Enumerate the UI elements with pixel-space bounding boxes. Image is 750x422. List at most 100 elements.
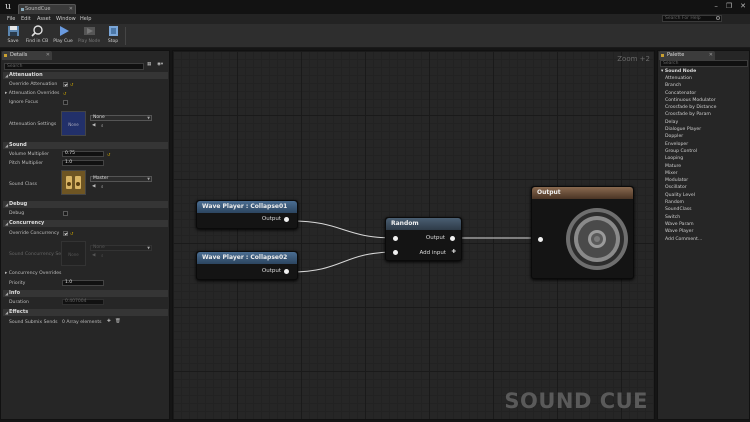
sound-class-combo[interactable]: Master ▼ [90,176,152,182]
browse-icon[interactable]: ⌕ [101,253,104,259]
pitch-multiplier-field[interactable]: 1.0 [62,160,104,166]
prop-label: Sound Submix Sends [9,320,58,325]
stop-button[interactable]: Stop [103,25,123,47]
palette-item[interactable]: Crossfade by Param [661,111,749,118]
ignore-focus-checkbox[interactable] [63,100,68,105]
palette-tab[interactable]: Palette ✕ [659,51,715,60]
close-window-button[interactable]: ✕ [740,2,746,10]
section-sound[interactable]: ◢ Sound [3,142,168,149]
palette-item[interactable]: Wave Param [661,221,749,228]
node-output[interactable]: Output [531,186,634,279]
document-tab[interactable]: SoundCue ✕ [18,4,76,14]
section-attenuation[interactable]: ◢ Attenuation [3,72,168,79]
use-selected-arrow-icon[interactable]: ◀ [92,184,95,189]
attenuation-asset-combo[interactable]: None ▼ [90,115,152,121]
palette-item[interactable]: SoundClass [661,206,749,213]
palette-item[interactable]: Enveloper [661,141,749,148]
palette-item[interactable]: Looping [661,155,749,162]
attenuation-asset-thumbnail[interactable]: None [61,111,86,136]
use-selected-arrow-icon[interactable]: ◀ [92,123,95,128]
row-duration: Duration 0.407004 [3,299,168,307]
reset-to-default-icon[interactable]: ↺ [107,152,110,157]
close-tab-icon[interactable]: ✕ [69,5,73,13]
reset-to-default-icon[interactable]: ↺ [63,91,66,96]
details-tab[interactable]: Details ✕ [2,51,52,60]
window-controls: – ❐ ✕ [714,2,746,10]
close-tab-icon[interactable]: ✕ [709,51,713,60]
palette-item[interactable]: Wave Player [661,228,749,235]
eye-icon[interactable]: ◉▾ [157,62,163,67]
minimize-button[interactable]: – [714,2,718,10]
priority-field[interactable]: 1.0 [62,280,104,286]
node-wave-player-1[interactable]: Wave Player : Collapse01 Output [196,200,298,229]
palette-item[interactable]: Oscillator [661,184,749,191]
palette-category-sound-node[interactable]: ▾ Sound Node [661,68,749,75]
palette-item[interactable]: Dialogue Player [661,126,749,133]
concurrency-asset-thumbnail[interactable]: None [61,241,86,266]
reset-to-default-icon[interactable]: ↺ [70,231,73,236]
section-concurrency[interactable]: ◢ Concurrency [3,220,168,227]
play-node-button[interactable]: Play Node [77,25,101,47]
debug-checkbox[interactable] [63,211,68,216]
palette-item[interactable]: Group Control [661,148,749,155]
details-search-input[interactable]: Search [4,63,144,70]
row-volume-multiplier: Volume Multiplier 0.75 ↺ [3,151,168,159]
node-random[interactable]: Random Output Add input ✚ [385,217,462,261]
palette-item[interactable]: Concatenator [661,90,749,97]
reset-to-default-icon[interactable]: ↺ [70,82,73,87]
output-pin[interactable] [284,269,289,274]
concurrency-asset-combo[interactable]: None ▼ [90,245,152,251]
row-pitch-multiplier: Pitch Multiplier 1.0 [3,160,168,168]
palette-item[interactable]: Quality Level [661,192,749,199]
use-selected-arrow-icon[interactable]: ◀ [92,253,95,258]
input-pin-2[interactable] [393,250,398,255]
palette-item[interactable]: Branch [661,82,749,89]
palette-item[interactable]: Crossfade by Distance [661,104,749,111]
palette-item[interactable]: Doppler [661,133,749,140]
palette-item[interactable]: Mature [661,163,749,170]
sound-class-thumbnail[interactable] [61,170,86,195]
play-cue-button[interactable]: Play Cue [52,25,74,47]
close-tab-icon[interactable]: ✕ [46,51,50,60]
find-in-content-browser-button[interactable]: Find in CB [25,25,49,47]
delete-icon[interactable]: 🗑 [115,319,121,324]
node-title: Wave Player : Collapse02 [197,252,297,264]
add-element-icon[interactable]: ✚ [107,319,111,324]
search-help-input[interactable]: Search For Help [662,15,722,22]
sound-cue-graph[interactable]: Zoom +2 Wave Player : Collapse01 Output … [172,50,655,420]
view-options-icon[interactable]: ▦ [147,62,151,67]
menu-file[interactable]: File [7,15,15,23]
palette-item[interactable]: Switch [661,214,749,221]
section-info[interactable]: ◢ Info [3,290,168,297]
menu-window[interactable]: Window [56,15,76,23]
add-pin-icon[interactable]: ✚ [451,249,456,255]
input-pin-1[interactable] [393,236,398,241]
maximize-button[interactable]: ❐ [726,2,732,10]
palette-tab-label: Palette [667,52,685,58]
save-button[interactable]: Save [3,25,23,47]
palette-item[interactable]: Continuous Modulator [661,97,749,104]
menu-edit[interactable]: Edit [21,15,31,23]
volume-multiplier-field[interactable]: 0.75 [62,151,104,157]
override-concurrency-checkbox[interactable] [63,231,68,236]
prop-label: Sound Class [9,182,38,187]
palette-item[interactable]: Attenuation [661,75,749,82]
output-pin[interactable] [450,236,455,241]
palette-item[interactable]: Mixer [661,170,749,177]
node-wave-player-2[interactable]: Wave Player : Collapse02 Output [196,251,298,280]
section-debug[interactable]: ◢ Debug [3,201,168,208]
menu-help[interactable]: Help [80,15,91,23]
palette-item[interactable]: Delay [661,119,749,126]
override-attenuation-checkbox[interactable] [63,82,68,87]
palette-search-input[interactable]: Search [660,60,748,67]
palette-item[interactable]: Modulator [661,177,749,184]
menu-asset[interactable]: Asset [37,15,51,23]
palette-item[interactable]: Random [661,199,749,206]
section-effects[interactable]: ◢ Effects [3,309,168,316]
palette-item[interactable]: Add Comment... [661,236,749,243]
input-pin[interactable] [538,237,543,242]
output-pin[interactable] [284,217,289,222]
browse-icon[interactable]: ⌕ [101,123,104,129]
document-tab-label: SoundCue [25,6,51,12]
browse-icon[interactable]: ⌕ [101,184,104,190]
